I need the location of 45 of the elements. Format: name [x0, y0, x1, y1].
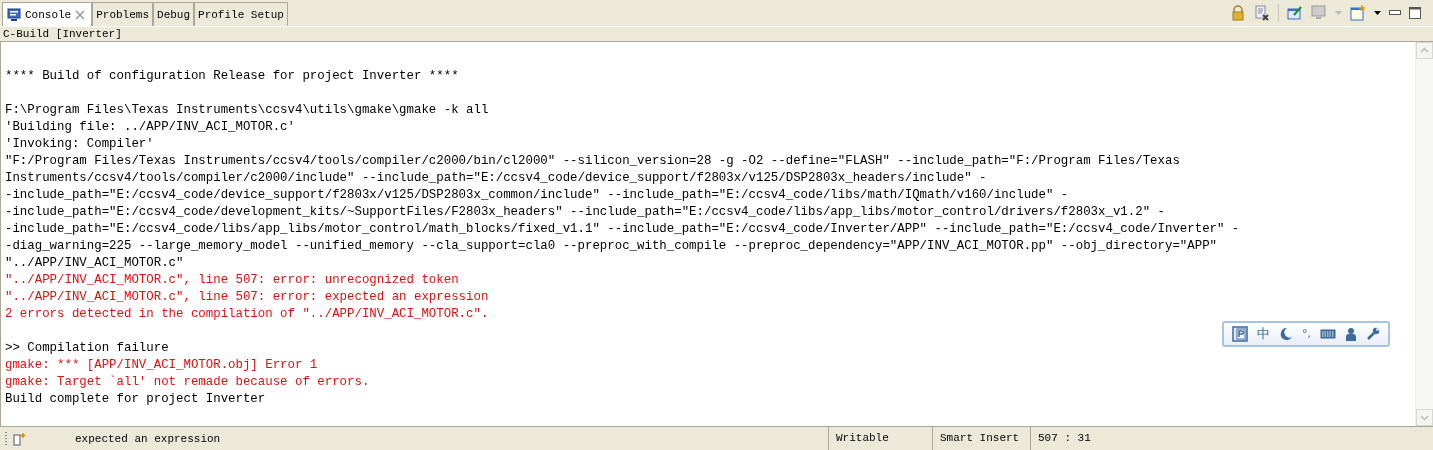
- person-icon[interactable]: [1345, 327, 1357, 341]
- lock-icon[interactable]: [1230, 5, 1246, 21]
- fast-view-icon[interactable]: [13, 431, 27, 446]
- console-line: "F:/Program Files/Texas Instruments/ccsv4/tools/compiler/c2000/bin/cl2000" --silicon_version=28 -g -O2 --define="FLASH" --include_path="F:/Program Files/Texas: [5, 153, 1181, 170]
- console-line: -diag_warning=225 --large_memory_model --unified_memory --cla_support=cla0 --preproc_with_compile --preproc_dependency="APP/INV_ACI_MOTOR.pp" --obj_directory="APP": [5, 238, 1218, 255]
- console-line: Instruments/ccsv4/tools/compiler/c2000/include" --include_path="E:/ccsv4_code/device_support/f2803x/v125/DSP2803x_headers/include" -: [5, 170, 988, 187]
- status-field: Smart Insert: [932, 427, 1030, 450]
- console-error-line: gmake: *** [APP/INV_ACI_MOTOR.obj] Error 1: [5, 357, 319, 374]
- console-line: **** Build of configuration Release for project Inverter ****: [5, 68, 460, 85]
- console-line: F:\Program Files\Texas Instruments\ccsv4\utils\gmake\gmake -k all: [5, 102, 490, 119]
- new-window-icon[interactable]: [1350, 5, 1366, 21]
- console-error-line: gmake: Target `all' not remade because of errors.: [5, 374, 371, 391]
- console-title: C-Build [Inverter]: [3, 28, 122, 40]
- punctuation-toggle[interactable]: °,: [1302, 326, 1311, 342]
- console-line: 'Invoking: Compiler': [5, 136, 155, 153]
- console-error-line: "../APP/INV_ACI_MOTOR.c", line 507: error: unrecognized token: [5, 272, 460, 289]
- view-tab[interactable]: Debug: [153, 2, 195, 26]
- close-icon[interactable]: [75, 9, 86, 20]
- minimize-icon[interactable]: [1389, 10, 1401, 16]
- console-error-line: 2 errors detected in the compilation of "../APP/INV_ACI_MOTOR.c".: [5, 306, 490, 323]
- console-line: -include_path="E:/ccsv4_code/device_support/f2803x/v125/DSP2803x_common/include" --include_path="E:/ccsv4_code/libs/math/IQmath/v160/include" -: [5, 187, 1070, 204]
- view-tab[interactable]: Profile Setup: [194, 2, 288, 26]
- status-field: 507 : 31: [1030, 427, 1138, 450]
- status-field: Writable: [828, 427, 932, 450]
- console-line: -include_path="E:/ccsv4_code/libs/app_libs/motor_control/math_blocks/fixed_v1.1" --include_path="E:/ccsv4_code/Inverter/APP" --include_path="E:/ccsv4_code/Inverter" -: [5, 221, 1241, 238]
- maximize-icon[interactable]: [1409, 7, 1421, 19]
- input-mode-toggle[interactable]: 中: [1257, 326, 1270, 342]
- console-line: >> Compilation failure: [5, 340, 170, 357]
- p-box-icon[interactable]: [1232, 326, 1248, 342]
- keyboard-icon[interactable]: [1320, 328, 1336, 340]
- status-message: expected an expression: [75, 432, 222, 445]
- view-tab[interactable]: Problems: [92, 2, 154, 26]
- dropdown-icon[interactable]: [1374, 11, 1381, 15]
- console-line: Build complete for project Inverter: [5, 391, 267, 408]
- monitor-icon: [7, 7, 21, 22]
- console-error-line: "../APP/INV_ACI_MOTOR.c", line 507: error: expected an expression: [5, 289, 490, 306]
- console-line: -include_path="E:/ccsv4_code/development_kits/~SupportFiles/F2803x_headers" --include_path="E:/ccsv4_code/libs/app_libs/motor_control/drivers/f2803x_v1.2" -: [5, 204, 1166, 221]
- clear-console-icon[interactable]: [1254, 5, 1270, 21]
- console-line: "../APP/INV_ACI_MOTOR.c": [5, 255, 185, 272]
- console-line: 'Building file: ../APP/INV_ACI_MOTOR.c': [5, 119, 296, 136]
- wrench-icon[interactable]: [1366, 327, 1380, 341]
- drag-handle-icon[interactable]: [5, 431, 7, 446]
- view-tab[interactable]: Console: [2, 2, 93, 26]
- pin-window-icon[interactable]: [1287, 5, 1303, 21]
- moon-icon[interactable]: [1279, 327, 1293, 341]
